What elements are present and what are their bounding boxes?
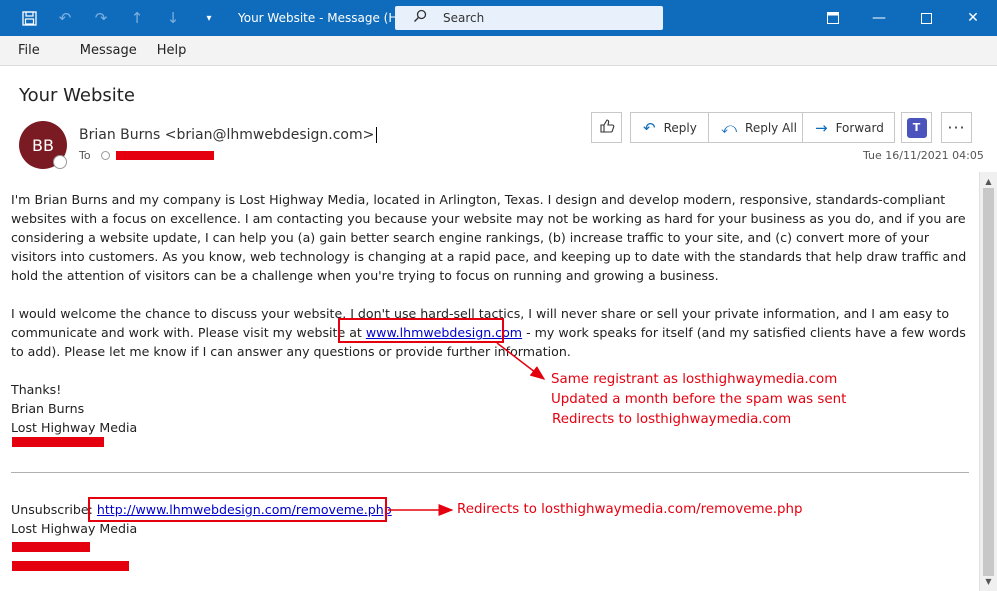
vertical-scrollbar[interactable]: ▲ ▼ [979,172,997,591]
scroll-thumb[interactable] [983,188,994,576]
annotation-note-1-line-2: Updated a month before the spam was sent [551,392,847,407]
annotation-note-2: Redirects to losthighwaymedia.com/remove… [457,502,803,517]
scroll-up-icon[interactable]: ▲ [980,174,997,188]
annotation-note-1-line-1: Same registrant as losthighwaymedia.com [551,372,838,387]
annotation-note-1-line-3: Redirects to losthighwaymedia.com [552,412,792,427]
scroll-down-icon[interactable]: ▼ [980,574,997,588]
